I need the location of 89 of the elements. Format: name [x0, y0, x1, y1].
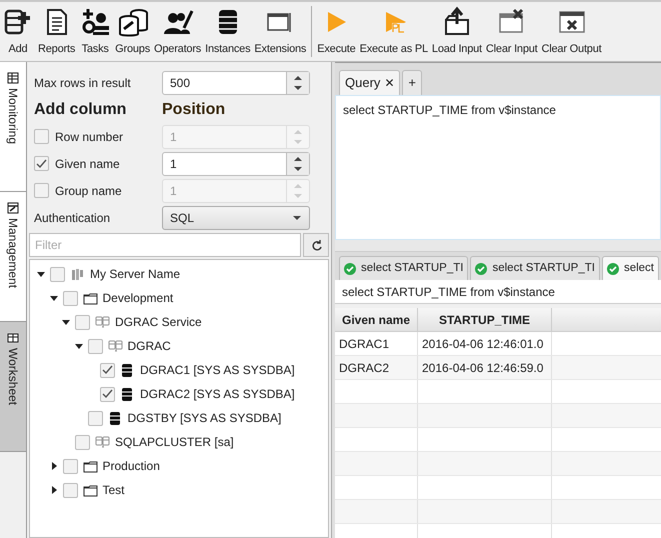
editor-tab[interactable]: + — [402, 70, 422, 95]
tree-item-label[interactable]: DGSTBY [SYS AS SYSDBA] — [128, 409, 282, 427]
database-icon — [108, 410, 122, 426]
checkbox[interactable] — [88, 338, 102, 354]
filter-field[interactable]: Filter — [29, 233, 301, 257]
authentication-dropdown[interactable]: SQL — [162, 206, 310, 230]
folder-icon — [82, 482, 98, 498]
tree-item-label[interactable]: Production — [102, 457, 160, 475]
monitoring-icon — [7, 72, 19, 84]
tree-item-label[interactable]: DGRAC1 [SYS AS SYSDBA] — [140, 361, 295, 379]
table-cell: 2016-04-06 12:46:59.0 — [418, 356, 552, 379]
splitter[interactable] — [335, 240, 661, 252]
checkbox[interactable] — [62, 482, 78, 498]
success-icon — [475, 262, 488, 274]
database-icon — [120, 386, 135, 402]
checkbox[interactable] — [34, 129, 49, 144]
collapsed-arrow-icon[interactable] — [50, 486, 58, 494]
checkbox-label: Given name — [55, 156, 120, 172]
server-icon — [70, 266, 85, 282]
column-header[interactable]: Given name — [335, 308, 418, 332]
extensions-toolbar-button[interactable]: Extensions — [252, 2, 308, 61]
checkbox[interactable] — [88, 410, 102, 426]
operators-toolbar-button[interactable]: Operators — [152, 2, 204, 61]
checkbox[interactable] — [62, 290, 78, 306]
result-tab[interactable]: select — [602, 256, 659, 280]
management-icon — [7, 202, 19, 214]
checkbox[interactable] — [50, 266, 65, 282]
checkbox[interactable] — [100, 362, 115, 378]
result-tab[interactable]: select STARTUP_TI — [339, 256, 468, 280]
tasks-toolbar-button[interactable]: Tasks — [77, 2, 114, 61]
result-tab[interactable]: select STARTUP_TI — [470, 256, 600, 280]
success-icon — [606, 262, 619, 274]
tree-item-label[interactable]: SQLAPCLUSTER [sa] — [115, 433, 234, 451]
refresh-button[interactable] — [303, 233, 329, 257]
field-label: Max rows in result — [34, 74, 132, 92]
load-toolbar-button[interactable]: Load Input — [430, 2, 484, 61]
query-text: select STARTUP_TIME from v$instance — [343, 102, 557, 119]
cluster-icon — [108, 338, 122, 354]
checkbox[interactable] — [75, 314, 90, 330]
side-tab[interactable]: Monitoring — [0, 62, 26, 192]
check-icon — [35, 158, 48, 170]
refresh-icon — [310, 239, 322, 251]
tree-item-label[interactable]: DGRAC Service — [115, 313, 202, 331]
section-heading: Position — [162, 100, 226, 120]
checkbox[interactable] — [34, 183, 49, 198]
editor-tab[interactable]: Query ✕ — [339, 70, 400, 95]
check-icon — [101, 388, 114, 400]
database-icon — [120, 362, 135, 378]
checkbox[interactable] — [62, 458, 78, 474]
caret-icon — [292, 214, 302, 220]
tree-item-label[interactable]: DGRAC2 [SYS AS SYSDBA] — [140, 385, 295, 403]
instances-toolbar-button[interactable]: Instances — [203, 2, 252, 61]
field-label: Authentication — [34, 210, 112, 226]
table-cell: DGRAC2 — [335, 356, 418, 379]
collapsed-arrow-icon[interactable] — [50, 462, 58, 470]
expanded-arrow-icon[interactable] — [74, 342, 82, 350]
spinner-field[interactable]: 500 — [162, 70, 310, 94]
result-query-text: select STARTUP_TIME from v$instance — [342, 284, 555, 300]
table-cell: DGRAC1 — [335, 332, 418, 355]
worksheet-icon — [7, 332, 19, 344]
reports-toolbar-button[interactable]: Reports — [36, 2, 78, 61]
section-heading: Add column — [34, 100, 128, 120]
execute-toolbar-button[interactable]: Execute — [315, 2, 358, 61]
checkbox-label: Row number — [55, 128, 124, 146]
add-toolbar-button[interactable]: Add — [0, 2, 36, 61]
expanded-arrow-icon[interactable] — [50, 294, 58, 302]
success-icon — [344, 262, 356, 274]
tree-item-label[interactable]: Test — [102, 481, 125, 499]
tree-item-label[interactable]: My Server Name — [90, 265, 180, 283]
folder-icon — [82, 458, 98, 474]
close-tab-button[interactable]: ✕ — [384, 74, 394, 92]
side-tab[interactable]: Management — [0, 192, 26, 322]
folder-icon — [82, 290, 98, 306]
cluster-icon — [95, 434, 110, 450]
spinner-field[interactable]: 1 — [162, 152, 310, 176]
column-header[interactable]: STARTUP_TIME — [418, 308, 552, 332]
table-cell: 2016-04-06 12:46:01.0 — [418, 332, 552, 355]
expanded-arrow-icon[interactable] — [62, 318, 70, 326]
tree-item-label[interactable]: Development — [102, 289, 174, 307]
tree-item-label[interactable]: DGRAC — [128, 337, 171, 355]
checkbox-label: Group name — [55, 182, 122, 200]
expanded-arrow-icon[interactable] — [37, 270, 45, 278]
checkbox[interactable] — [34, 156, 49, 171]
side-tab[interactable]: Worksheet — [0, 322, 26, 452]
groups-toolbar-button[interactable]: Groups — [113, 2, 152, 61]
checkbox[interactable] — [75, 434, 90, 450]
cluster-icon — [95, 314, 110, 330]
check-icon — [101, 364, 114, 376]
checkbox[interactable] — [100, 386, 115, 402]
